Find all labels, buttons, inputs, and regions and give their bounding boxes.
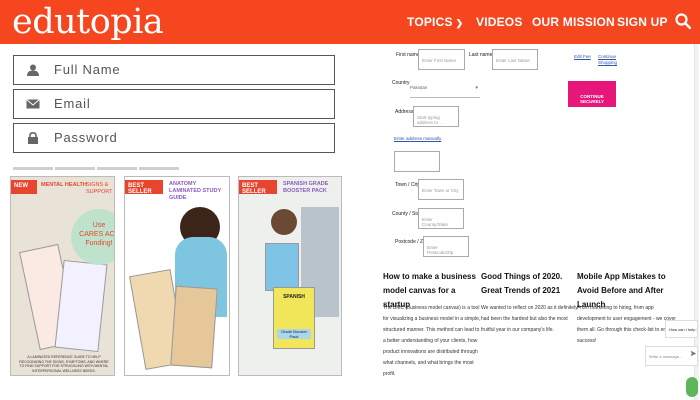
first-name-input[interactable]: Enter First Name [418,49,465,70]
promo-line-2: CARES ACT [79,231,115,238]
best-seller-badge: BEST SELLER [125,180,163,195]
promo-line-1: Use [92,222,106,229]
grade-booster-label: Grade Booster Pack [277,329,311,339]
county-input[interactable]: Enter County/State [418,208,464,229]
email-placeholder: Email [54,96,91,111]
nav-topics[interactable]: TOPICS ❯ [407,14,463,31]
nav-our-mission[interactable]: OUR MISSION [532,14,615,30]
new-badge: NEW [11,180,37,194]
address-input[interactable]: Start typing address to ... [413,106,459,127]
password-strength-meter [13,157,181,175]
nav-sign-up[interactable]: SIGN UP [617,14,668,30]
edit-fee-link[interactable]: Edit Fee [574,54,591,60]
password-placeholder: Password [54,130,118,145]
last-name-input[interactable]: Enter Last Name [492,49,538,70]
article-title[interactable]: Good Things of 2020. Great Trends of 202… [481,270,581,298]
guide-sheet-yellow: SPANISH [273,287,315,349]
chevron-down-icon: ▾ [475,85,478,91]
promo-line-3: Funding! [85,240,113,247]
continue-shopping-link[interactable]: Continue Shopping [598,54,618,66]
nav-videos[interactable]: VIDEOS [476,14,523,30]
article-excerpt: We wanted to reflect on 2020 as it defin… [481,305,578,333]
book-subtitle: SIGNS & SUPPORT [86,182,113,195]
student-photo [271,209,297,235]
chat-greeting: How can I help you? [665,320,698,338]
product-card-anatomy[interactable]: BEST SELLER ANATOMY LAMINATED STUDY GUID… [124,176,230,376]
country-label: Country [392,80,410,86]
spanish-cover-tag: SPANISH [283,294,305,300]
user-icon [27,64,39,76]
site-header: edutopia TOPICS ❯ VIDEOS OUR MISSION SIGN… [0,0,700,44]
send-icon[interactable] [690,350,697,357]
enter-address-manually-link[interactable]: Enter address manually [394,136,441,142]
cares-act-promo: Use CARES ACT Funding! [71,209,115,265]
chat-bubble-icon[interactable] [686,377,698,397]
postcode-input[interactable]: Enter Postcode/Zip [423,236,469,257]
article-excerpt: The BMC (business model canvas) is a too… [383,305,481,377]
email-field[interactable]: Email [13,89,335,119]
nav-topics-label: TOPICS [407,15,453,29]
article-excerpt: From marketing to hiring, from app devel… [577,305,676,344]
country-select-value: Pakistan [410,85,428,90]
full-name-field[interactable]: Full Name [13,55,335,85]
lock-icon [28,132,38,144]
chevron-down-icon: ❯ [455,18,464,28]
book-title: ANATOMY LAMINATED STUDY GUIDE [169,181,222,201]
address-line-input[interactable] [394,151,440,172]
continue-securely-button[interactable]: CONTINUE SECURELY [568,81,616,107]
product-card-spanish[interactable]: BEST SELLER SPANISH GRADE BOOSTER PACK S… [238,176,342,376]
site-logo[interactable]: edutopia [12,2,164,42]
book-title: SPANISH GRADE BOOSTER PACK [283,181,329,194]
country-select[interactable]: Pakistan ▾ [410,78,480,98]
book-title: MENTAL HEALTH [41,182,87,188]
guide-sheet-right [54,259,108,353]
full-name-placeholder: Full Name [54,62,121,77]
best-seller-badge: BEST SELLER [239,180,277,195]
guide-sheet-right [170,285,218,369]
password-field[interactable]: Password [13,123,335,153]
town-input[interactable]: Enter Town or City [418,179,464,200]
guide-sheet-blue [265,243,299,291]
product-card-mental-health[interactable]: NEW MENTAL HEALTH SIGNS & SUPPORT Use CA… [10,176,115,376]
book-description: A LAMINATED REFERENCE GUIDE TO HELP RECO… [19,355,109,373]
search-icon[interactable] [675,13,691,29]
envelope-icon [26,99,40,109]
